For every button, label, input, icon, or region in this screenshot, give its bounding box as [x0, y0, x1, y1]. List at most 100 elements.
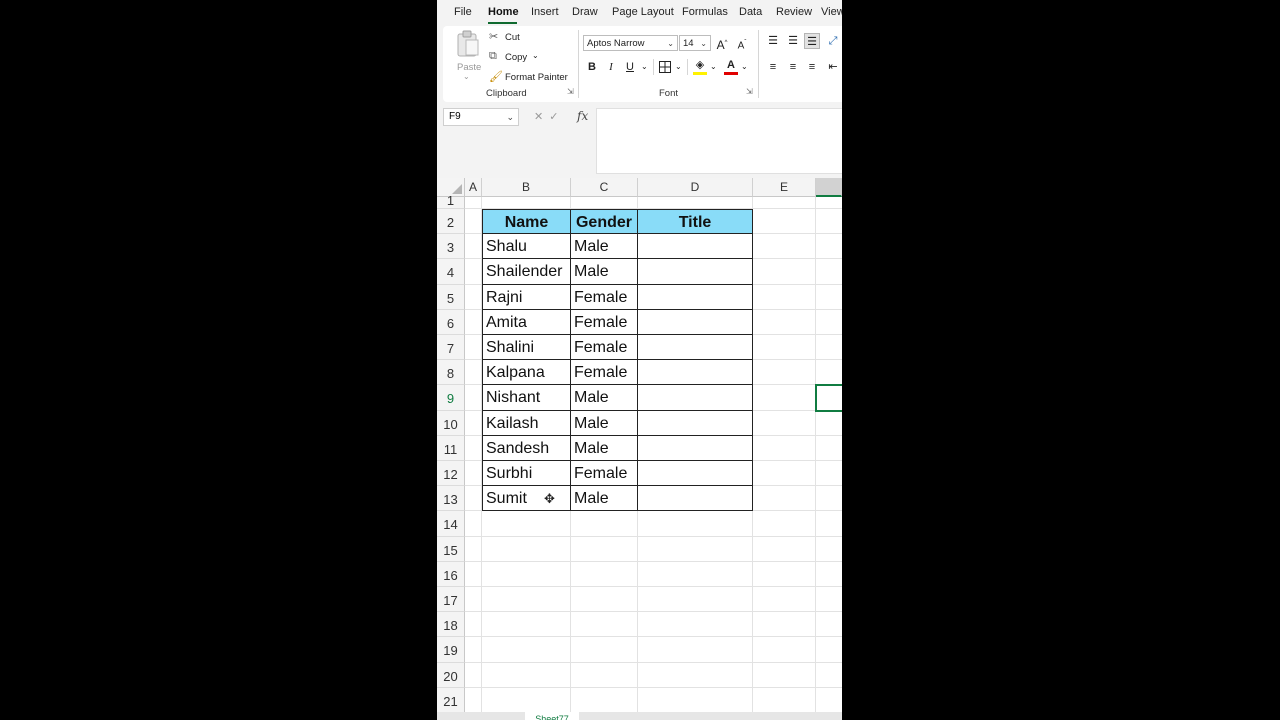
tab-insert[interactable]: Insert	[531, 6, 559, 18]
column-header-a[interactable]: A	[465, 178, 482, 197]
table-cell[interactable]: Male	[571, 259, 638, 285]
tab-file[interactable]: File	[454, 6, 472, 18]
table-cell[interactable]: Male	[571, 486, 638, 512]
align-bottom-button[interactable]: ☰	[804, 33, 820, 49]
table-cell[interactable]: Shalini	[482, 335, 571, 361]
row-header-9[interactable]: 9	[437, 385, 465, 411]
cancel-icon[interactable]: ✕	[534, 111, 549, 123]
table-cell[interactable]	[638, 259, 753, 285]
orientation-button[interactable]: ⤢	[825, 33, 841, 49]
align-left-button[interactable]: ≡	[765, 59, 781, 75]
align-right-button[interactable]: ≡	[804, 59, 820, 75]
row-header-5[interactable]: 5	[437, 284, 465, 310]
underline-button[interactable]: U	[622, 59, 638, 75]
table-header-cell[interactable]: Title	[638, 209, 753, 235]
row-header-12[interactable]: 12	[437, 461, 465, 487]
column-header-f[interactable]	[816, 178, 842, 197]
table-cell[interactable]: Female	[571, 284, 638, 310]
table-cell[interactable]	[638, 486, 753, 512]
bold-button[interactable]: B	[584, 59, 600, 75]
chevron-down-icon[interactable]: ⌄	[532, 51, 539, 60]
chevron-down-icon[interactable]: ⌄	[506, 109, 514, 125]
tab-formulas[interactable]: Formulas	[682, 6, 728, 18]
table-cell[interactable]	[638, 410, 753, 436]
table-header-cell[interactable]: Name	[482, 209, 571, 235]
dialog-launcher-icon[interactable]: ⇲	[567, 87, 574, 96]
paste-button[interactable]: Paste ⌄	[453, 30, 481, 81]
table-cell[interactable]	[638, 335, 753, 361]
font-color-button[interactable]: A	[723, 57, 739, 75]
row-header-14[interactable]: 14	[437, 511, 465, 537]
name-box[interactable]: F9 ⌄	[443, 108, 519, 126]
row-header-6[interactable]: 6	[437, 309, 465, 335]
row-header-13[interactable]: 13	[437, 486, 465, 512]
table-cell[interactable]: Sandesh	[482, 435, 571, 461]
chevron-down-icon[interactable]: ⌄	[741, 62, 748, 71]
row-header-8[interactable]: 8	[437, 360, 465, 386]
row-header-10[interactable]: 10	[437, 410, 465, 436]
column-header-c[interactable]: C	[571, 178, 638, 197]
row-header-21[interactable]: 21	[437, 687, 465, 713]
borders-button[interactable]	[657, 59, 673, 75]
fill-color-button[interactable]: ◈	[692, 57, 708, 75]
table-cell[interactable]: Male	[571, 234, 638, 260]
align-middle-button[interactable]: ☰	[785, 33, 801, 49]
table-cell[interactable]	[638, 461, 753, 487]
italic-button[interactable]: I	[603, 59, 619, 75]
table-cell[interactable]: Kailash	[482, 410, 571, 436]
table-cell[interactable]: Shailender	[482, 259, 571, 285]
table-cell[interactable]	[638, 284, 753, 310]
table-cell[interactable]: Male	[571, 385, 638, 411]
copy-button[interactable]: ⧉ Copy ⌄	[489, 50, 549, 66]
tab-home[interactable]: Home	[488, 6, 519, 18]
table-cell[interactable]: Rajni	[482, 284, 571, 310]
tab-data[interactable]: Data	[739, 6, 762, 18]
chevron-down-icon[interactable]: ⌄	[675, 62, 682, 71]
tab-page-layout[interactable]: Page Layout	[612, 6, 674, 18]
table-cell[interactable]: Female	[571, 360, 638, 386]
row-header-20[interactable]: 20	[437, 662, 465, 688]
table-cell[interactable]	[638, 360, 753, 386]
font-name-select[interactable]: Aptos Narrow ⌄	[583, 35, 678, 51]
column-header-d[interactable]: D	[638, 178, 753, 197]
row-header-2[interactable]: 2	[437, 209, 465, 235]
active-cell-selection[interactable]	[815, 384, 842, 412]
dialog-launcher-icon[interactable]: ⇲	[746, 87, 753, 96]
row-header-16[interactable]: 16	[437, 561, 465, 587]
table-cell[interactable]: Female	[571, 335, 638, 361]
table-cell[interactable]: Shalu	[482, 234, 571, 260]
row-header-3[interactable]: 3	[437, 234, 465, 260]
table-cell[interactable]	[638, 234, 753, 260]
table-cell[interactable]	[638, 435, 753, 461]
tab-view[interactable]: View	[821, 6, 842, 18]
table-cell[interactable]: Female	[571, 309, 638, 335]
chevron-down-icon[interactable]: ⌄	[710, 62, 717, 71]
table-cell[interactable]: Kalpana	[482, 360, 571, 386]
decrease-font-size-button[interactable]: Aˇ	[734, 35, 750, 51]
column-header-b[interactable]: B	[482, 178, 571, 197]
increase-font-size-button[interactable]: A^	[714, 35, 730, 52]
enter-icon[interactable]: ✓	[549, 111, 564, 123]
table-header-cell[interactable]: Gender	[571, 209, 638, 235]
tab-draw[interactable]: Draw	[572, 6, 598, 18]
table-cell[interactable]: Nishant	[482, 385, 571, 411]
align-top-button[interactable]: ☰	[765, 33, 781, 49]
format-painter-button[interactable]: 🖌 Format Painter	[489, 70, 579, 86]
table-cell[interactable]: Amita	[482, 309, 571, 335]
decrease-indent-button[interactable]: ⇤	[825, 59, 841, 75]
row-header-15[interactable]: 15	[437, 536, 465, 562]
table-cell[interactable]: Sumit	[482, 486, 571, 512]
table-cell[interactable]: Surbhi	[482, 461, 571, 487]
table-cell[interactable]	[638, 309, 753, 335]
row-header-7[interactable]: 7	[437, 335, 465, 361]
sheet-tab[interactable]: Sheet77	[525, 712, 579, 720]
row-header-11[interactable]: 11	[437, 435, 465, 461]
chevron-down-icon[interactable]: ⌄	[641, 62, 648, 71]
formula-input[interactable]	[596, 108, 842, 174]
table-cell[interactable]: Male	[571, 410, 638, 436]
row-header-4[interactable]: 4	[437, 259, 465, 285]
font-size-select[interactable]: 14 ⌄	[679, 35, 711, 51]
table-cell[interactable]	[638, 385, 753, 411]
table-cell[interactable]: Male	[571, 435, 638, 461]
row-header-18[interactable]: 18	[437, 612, 465, 638]
